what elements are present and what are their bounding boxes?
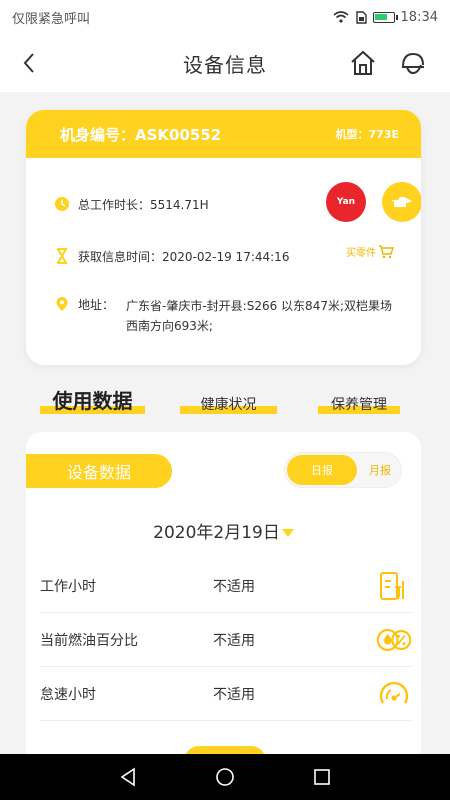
machine-info-card: 机身编号：ASK00552 机型：773E 总工作时长：5514.71H Yan… (26, 110, 421, 365)
daily-report-toggle[interactable]: 日报 (287, 455, 357, 485)
nav-home-button[interactable] (210, 762, 240, 792)
nav-back-button[interactable] (113, 762, 143, 792)
page-title: 设备信息 (183, 52, 267, 77)
helmet-icon (402, 52, 424, 75)
device-data-title: 设备数据 (26, 454, 172, 488)
back-button[interactable] (14, 48, 44, 78)
metric-row: 怠速小时 不适用 (40, 667, 412, 721)
badge-red-text: Yan (336, 197, 356, 207)
metric-label: 当前燃油百分比 (40, 632, 138, 649)
metric-label: 工作小时 (40, 578, 96, 595)
tab-health-status[interactable]: 健康状况 (180, 374, 277, 420)
hours-icon (376, 568, 412, 604)
home-icon (351, 50, 375, 75)
fetch-time-row: 获取信息时间：2020-02-19 17:44:16 (54, 248, 289, 265)
tab-maintenance-label: 保养管理 (331, 397, 387, 413)
nav-recents-button[interactable] (307, 762, 337, 792)
device-data-card: 设备数据 日报 月报 2020年2月19日 工作小时 不适用 当前燃油百分比 不… (26, 432, 421, 762)
date-selector[interactable]: 2020年2月19日 (26, 518, 421, 543)
tab-usage-data[interactable]: 使用数据 (40, 374, 145, 420)
dropdown-arrow-icon (281, 529, 294, 537)
helmet-button[interactable] (396, 46, 430, 80)
machine-info-header: 机身编号：ASK00552 机型：773E (26, 110, 421, 158)
hourglass-icon (57, 248, 67, 264)
home-button[interactable] (346, 46, 380, 80)
section-tabs: 使用数据 健康状况 保养管理 (0, 374, 450, 420)
tab-usage-label: 使用数据 (52, 389, 133, 413)
address-row: 地址： 广东省-肇庆市-封开县:S266 以东847米;双桤果场 西南方向693… (54, 296, 396, 336)
buy-parts-label: 买零件 (346, 248, 376, 259)
tab-maintenance[interactable]: 保养管理 (318, 374, 400, 420)
location-pin-icon (56, 297, 68, 311)
machine-model: 机型：773E (335, 128, 399, 141)
work-hours-row: 总工作时长：5514.71H (54, 196, 209, 213)
clock-time: 18:34 (400, 9, 438, 25)
nav-bar: 设备信息 (0, 34, 450, 92)
fuel-percent-icon (376, 622, 412, 658)
metric-value: 不适用 (213, 632, 255, 649)
android-nav-bar (0, 754, 450, 800)
back-arrow-icon (23, 53, 34, 73)
carrier-text: 仅限紧急呼叫 (12, 11, 91, 27)
address-text: 广东省-肇庆市-封开县:S266 以东847米;双桤果场 西南方向693米; (126, 299, 393, 333)
nav-back-triangle-icon (120, 767, 136, 787)
monthly-report-toggle[interactable]: 月报 (361, 455, 399, 485)
brand-badge-red[interactable]: Yan (326, 182, 366, 222)
status-bar: 仅限紧急呼叫 18:34 (0, 0, 450, 34)
metric-value: 不适用 (213, 686, 255, 703)
date-text: 2020年2月19日 (153, 523, 280, 543)
machine-number: 机身编号：ASK00552 (60, 125, 222, 144)
oil-can-icon (392, 197, 412, 207)
nav-recents-square-icon (313, 769, 330, 785)
sim-icon (355, 10, 367, 24)
address-label: 地址： (78, 298, 115, 312)
metric-row: 当前燃油百分比 不适用 (40, 613, 412, 667)
report-toggle: 日报 月报 (284, 452, 402, 488)
cart-icon (379, 244, 394, 258)
clock-icon (55, 197, 69, 211)
status-icons: 18:34 (333, 10, 438, 25)
oil-badge[interactable] (382, 182, 421, 222)
metric-value: 不适用 (213, 578, 255, 595)
work-hours-text: 总工作时长：5514.71H (78, 198, 209, 212)
tab-health-label: 健康状况 (200, 397, 257, 413)
metric-label: 怠速小时 (40, 686, 96, 703)
wifi-icon (333, 11, 349, 23)
fetch-time-text: 获取信息时间：2020-02-19 17:44:16 (78, 250, 290, 264)
battery-icon (372, 11, 398, 23)
buy-parts-button[interactable]: 买零件 (346, 244, 394, 259)
nav-home-circle-icon (216, 768, 234, 786)
idle-gauge-icon (376, 676, 412, 712)
metric-row: 工作小时 不适用 (40, 559, 412, 613)
